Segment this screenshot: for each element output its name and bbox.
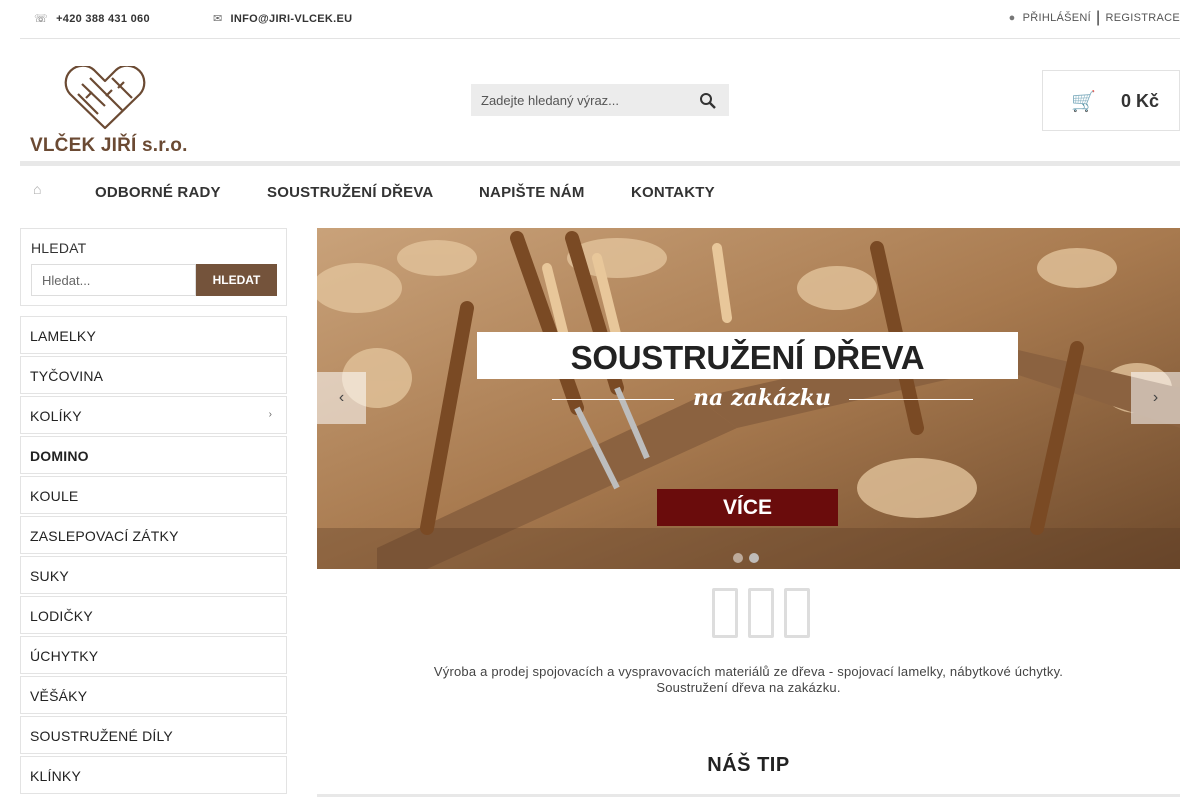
cart-icon: 🛒 bbox=[1071, 91, 1096, 113]
category-label: DOMINO bbox=[30, 448, 89, 464]
email-contact[interactable]: ✉ INFO@JIRI-VLCEK.EU bbox=[213, 12, 353, 26]
category-label: ÚCHYTKY bbox=[30, 648, 99, 664]
banner-subtitle: na zakázku bbox=[693, 385, 831, 411]
envelope-icon: ✉ bbox=[213, 13, 223, 25]
category-domino[interactable]: DOMINO bbox=[20, 436, 287, 474]
search-icon[interactable] bbox=[699, 92, 717, 110]
main-navigation: ⌂ ODBORNÉ RADY SOUSTRUŽENÍ DŘEVA NAPIŠTE… bbox=[20, 172, 1180, 212]
category-label: SOUSTRUŽENÉ DÍLY bbox=[30, 728, 173, 744]
chevron-right-icon[interactable]: › bbox=[269, 409, 272, 420]
category-suky[interactable]: SUKY bbox=[20, 556, 287, 594]
placeholder-icon bbox=[784, 588, 810, 638]
phone-icon: ☏ bbox=[34, 13, 49, 25]
sidebar-search-input[interactable] bbox=[31, 264, 196, 296]
nav-item-soustruzeni-dreva[interactable]: SOUSTRUŽENÍ DŘEVA bbox=[267, 184, 433, 201]
placeholder-icon bbox=[748, 588, 774, 638]
category-label: KLÍNKY bbox=[30, 768, 81, 784]
site-description: Výroba a prodej spojovacích a vyspravova… bbox=[317, 664, 1180, 696]
category-list: LAMELKY TYČOVINA KOLÍKY › DOMINO KOULE ZA… bbox=[20, 316, 287, 796]
login-link[interactable]: PŘIHLÁŠENÍ bbox=[1023, 12, 1091, 24]
user-icon: ● bbox=[1008, 12, 1016, 24]
banner-dot-1[interactable] bbox=[733, 553, 743, 563]
description-line-2: Soustružení dřeva na zakázku. bbox=[656, 680, 841, 695]
sidebar-search-title: HLEDAT bbox=[31, 240, 87, 256]
email-address: INFO@JIRI-VLCEK.EU bbox=[230, 12, 353, 25]
nav-item-odborne-rady[interactable]: ODBORNÉ RADY bbox=[95, 184, 221, 201]
category-label: SUKY bbox=[30, 568, 69, 584]
search-input[interactable] bbox=[471, 84, 691, 116]
logo-text: VLČEK JIŘÍ s.r.o. bbox=[30, 135, 188, 156]
category-label: LODIČKY bbox=[30, 608, 93, 624]
banner-pagination bbox=[733, 553, 759, 563]
cart-total: 0 Kč bbox=[1120, 91, 1159, 111]
category-label: VĚŠÁKY bbox=[30, 688, 88, 704]
category-label: KOULE bbox=[30, 488, 79, 504]
category-zaslepovaci-zatky[interactable]: ZASLEPOVACÍ ZÁTKY bbox=[20, 516, 287, 554]
nav-divider bbox=[20, 161, 1180, 166]
top-bar: ☏ +420 388 431 060 ✉ INFO@JIRI-VLCEK.EU … bbox=[20, 0, 1180, 39]
banner-next-button[interactable]: › bbox=[1131, 372, 1180, 424]
category-label: LAMELKY bbox=[30, 328, 96, 344]
site-logo[interactable]: VLČEK JIŘÍ s.r.o. bbox=[30, 66, 187, 158]
banner-title: SOUSTRUŽENÍ DŘEVA bbox=[570, 339, 925, 376]
register-link[interactable]: REGISTRACE bbox=[1105, 12, 1180, 24]
nav-item-napiste-nam[interactable]: NAPIŠTE NÁM bbox=[479, 184, 585, 201]
home-icon[interactable]: ⌂ bbox=[33, 181, 41, 197]
header-search bbox=[471, 84, 729, 116]
tip-section-divider bbox=[317, 794, 1180, 797]
chevron-left-icon: ‹ bbox=[338, 389, 345, 406]
nav-item-kontakty[interactable]: KONTAKTY bbox=[631, 184, 715, 201]
placeholder-icon bbox=[712, 588, 738, 638]
category-uchytky[interactable]: ÚCHYTKY bbox=[20, 636, 287, 674]
category-koliky[interactable]: KOLÍKY › bbox=[20, 396, 287, 434]
category-lodicky[interactable]: LODIČKY bbox=[20, 596, 287, 634]
category-vesaky[interactable]: VĚŠÁKY bbox=[20, 676, 287, 714]
chevron-right-icon: › bbox=[1152, 389, 1159, 406]
account-separator: | bbox=[1096, 9, 1101, 26]
description-line-1: Výroba a prodej spojovacích a vyspravova… bbox=[433, 664, 1064, 679]
category-klinky[interactable]: KLÍNKY bbox=[20, 756, 287, 794]
banner-more-button[interactable]: VÍCE bbox=[657, 489, 838, 526]
banner-subtitle-rule-left bbox=[552, 399, 674, 400]
category-label: TYČOVINA bbox=[30, 368, 104, 384]
sidebar-search-button[interactable]: HLEDAT bbox=[196, 264, 277, 296]
category-lamelky[interactable]: LAMELKY bbox=[20, 316, 287, 354]
banner-subtitle-rule-right bbox=[849, 399, 973, 400]
category-tycovina[interactable]: TYČOVINA bbox=[20, 356, 287, 394]
banner-dot-2[interactable] bbox=[749, 553, 759, 563]
phone-number: +420 388 431 060 bbox=[56, 12, 150, 25]
category-koule[interactable]: KOULE bbox=[20, 476, 287, 514]
feature-icons bbox=[712, 588, 820, 638]
category-label: KOLÍKY bbox=[30, 408, 82, 424]
heart-logo-icon bbox=[64, 66, 146, 130]
banner-prev-button[interactable]: ‹ bbox=[317, 372, 366, 424]
cart-button[interactable]: 🛒 0 Kč bbox=[1042, 70, 1180, 131]
sidebar-search: HLEDAT HLEDAT bbox=[20, 228, 287, 306]
category-soustruzene-dily[interactable]: SOUSTRUŽENÉ DÍLY bbox=[20, 716, 287, 754]
hero-banner: SOUSTRUŽENÍ DŘEVA na zakázku VÍCE ‹ › bbox=[317, 228, 1180, 569]
phone-contact[interactable]: ☏ +420 388 431 060 bbox=[34, 12, 150, 26]
account-links: ● PŘIHLÁŠENÍ | REGISTRACE bbox=[1009, 10, 1180, 26]
category-label: ZASLEPOVACÍ ZÁTKY bbox=[30, 528, 179, 544]
tip-section-title: NÁŠ TIP bbox=[707, 754, 790, 776]
